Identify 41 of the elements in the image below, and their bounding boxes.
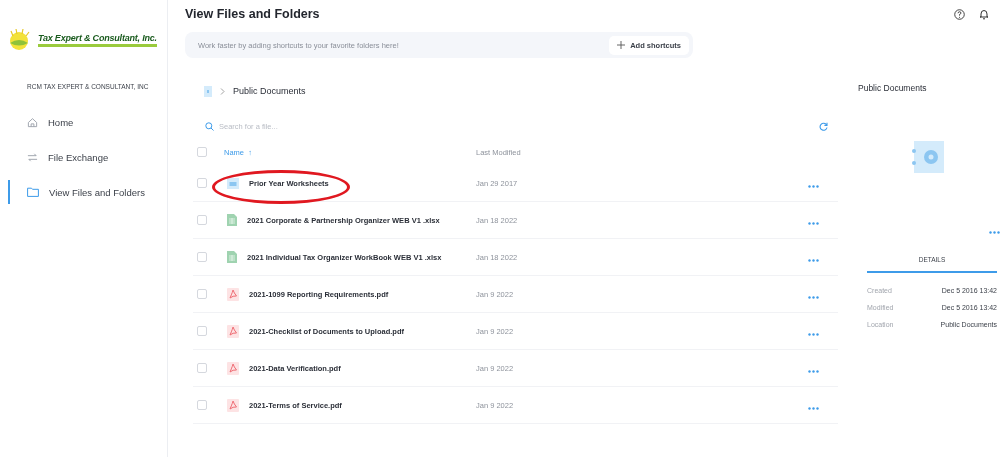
pdf-file-icon xyxy=(227,324,239,338)
more-icon[interactable] xyxy=(989,231,1000,234)
select-all-checkbox[interactable] xyxy=(197,147,207,157)
folder-preview-icon xyxy=(911,141,944,173)
bell-icon[interactable] xyxy=(979,8,989,20)
more-icon[interactable] xyxy=(808,333,819,336)
more-icon[interactable] xyxy=(808,222,819,225)
more-icon[interactable] xyxy=(808,185,819,188)
row-checkbox[interactable] xyxy=(197,289,207,299)
logo-text: Tax Expert & Consultant, Inc. xyxy=(38,33,157,47)
row-checkbox[interactable] xyxy=(197,215,207,225)
pdf-file-icon xyxy=(227,398,239,412)
chevron-right-icon xyxy=(220,87,225,95)
plus-icon xyxy=(617,41,626,49)
spreadsheet-icon xyxy=(227,214,237,226)
row-checkbox[interactable] xyxy=(197,400,207,410)
search-icon xyxy=(205,121,214,131)
row-checkbox[interactable] xyxy=(197,178,207,188)
help-icon[interactable] xyxy=(954,8,965,20)
more-icon[interactable] xyxy=(808,259,819,262)
more-icon[interactable] xyxy=(808,370,819,373)
pdf-file-icon xyxy=(227,287,239,301)
refresh-icon[interactable] xyxy=(819,121,828,131)
home-folder-icon[interactable] xyxy=(204,85,212,97)
more-icon[interactable] xyxy=(808,407,819,410)
pdf-file-icon xyxy=(227,361,239,375)
more-icon[interactable] xyxy=(808,296,819,299)
sidebar-item[interactable]: Home xyxy=(0,110,167,134)
home-icon xyxy=(27,116,38,128)
folder-icon xyxy=(27,187,39,197)
sidebar-item[interactable]: View Files and Folders xyxy=(0,180,167,204)
row-checkbox[interactable] xyxy=(197,326,207,336)
row-checkbox[interactable] xyxy=(197,363,207,373)
sidebar-item[interactable]: File Exchange xyxy=(0,145,167,169)
row-checkbox[interactable] xyxy=(197,252,207,262)
spreadsheet-icon xyxy=(227,251,237,263)
breadcrumb-item[interactable]: Public Documents xyxy=(233,86,306,96)
exchange-icon xyxy=(27,151,38,163)
folder-icon xyxy=(227,177,239,189)
panel-title: Public Documents xyxy=(858,83,928,93)
page-title: View Files and Folders xyxy=(185,7,321,21)
